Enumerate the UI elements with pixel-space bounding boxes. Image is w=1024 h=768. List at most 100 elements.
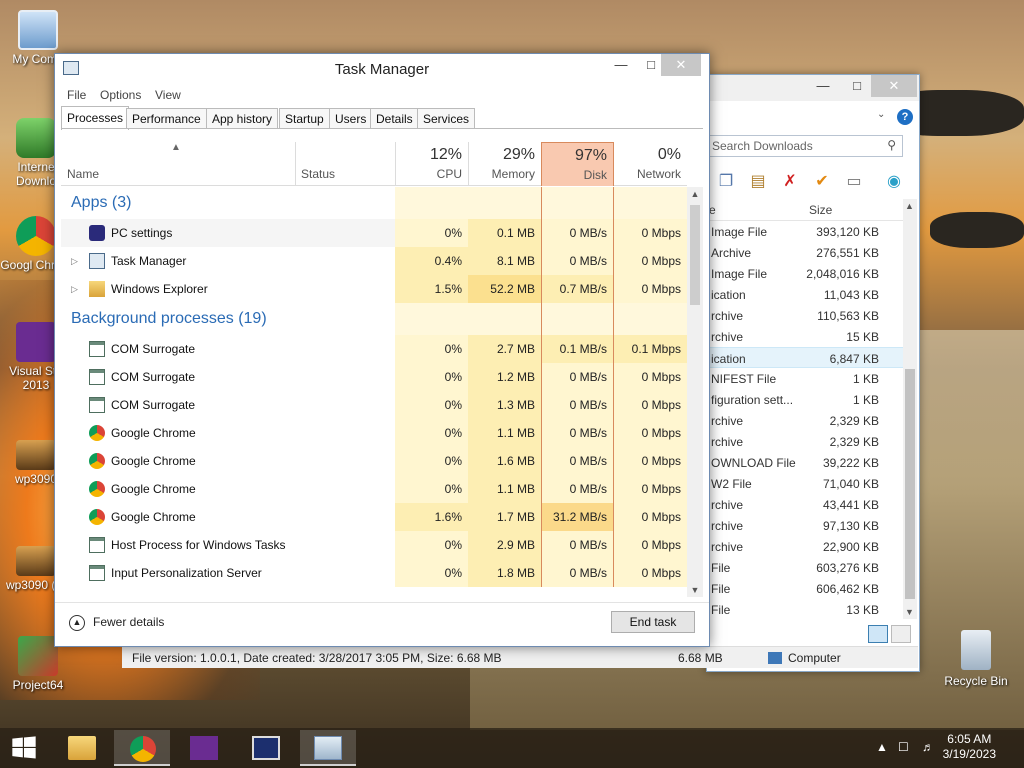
download-manager-icon <box>16 118 56 158</box>
tab-services[interactable]: Services <box>417 108 476 129</box>
column-memory[interactable]: 29% Memory <box>468 142 541 186</box>
file-row[interactable]: figuration sett... 1 KB <box>707 389 903 410</box>
menu-bar: File Options View <box>55 84 709 106</box>
scroll-up-arrow-icon[interactable]: ▲ <box>687 189 703 199</box>
taskbar-clock[interactable]: 6:05 AM 3/19/2023 <box>943 732 996 762</box>
column-disk[interactable]: 97% Disk <box>541 142 614 186</box>
file-row[interactable]: W2 File 71,040 KB <box>707 473 903 494</box>
file-row[interactable]: rchive 110,563 KB <box>707 305 903 326</box>
file-row[interactable]: File 603,276 KB <box>707 557 903 578</box>
fewer-details-button[interactable]: ▲ Fewer details <box>69 615 164 631</box>
taskbar-visual-studio[interactable] <box>176 730 232 766</box>
paste-icon[interactable]: ▤ <box>747 171 769 193</box>
network-icon[interactable]: ☐ <box>898 740 909 754</box>
column-network[interactable]: 0% Network <box>614 142 687 186</box>
group-cell-bg <box>541 187 614 219</box>
tab-processes[interactable]: Processes <box>61 106 130 130</box>
explorer-titlebar[interactable]: — □ ✕ <box>707 75 919 101</box>
process-list-scrollbar[interactable]: ▲ ▼ <box>687 187 703 597</box>
taskbar-task-manager[interactable] <box>300 730 356 766</box>
properties-icon[interactable]: ▭ <box>843 171 865 193</box>
file-row[interactable]: Archive 276,551 KB <box>707 242 903 263</box>
checkmark-icon[interactable]: ✔ <box>811 171 833 193</box>
globe-icon[interactable]: ◉ <box>883 171 905 193</box>
scroll-up-arrow-icon[interactable]: ▲ <box>905 201 914 211</box>
task-manager-titlebar[interactable]: Task Manager — □ ✕ <box>55 54 709 84</box>
taskbar-computer[interactable] <box>238 730 294 766</box>
tab-details[interactable]: Details <box>370 108 419 129</box>
large-icons-view-icon[interactable] <box>891 625 911 643</box>
scrollbar-thumb[interactable] <box>905 369 915 599</box>
scrollbar-thumb[interactable] <box>690 205 700 305</box>
details-view-icon[interactable] <box>867 625 888 643</box>
file-row[interactable]: rchive 2,329 KB <box>707 431 903 452</box>
status-file-info: File version: 1.0.0.1, Date created: 3/2… <box>132 651 502 665</box>
column-name[interactable]: Name <box>67 167 99 181</box>
file-row[interactable]: ication 6,847 KB <box>707 347 903 368</box>
file-row[interactable]: ication 11,043 KB <box>707 284 903 305</box>
process-row[interactable]: 0% 1.6 MB 0 MB/s 0 Mbps Google Chrome <box>61 447 687 475</box>
file-row[interactable]: rchive 22,900 KB <box>707 536 903 557</box>
scroll-down-arrow-icon[interactable]: ▼ <box>905 607 914 617</box>
file-row[interactable]: rchive 15 KB <box>707 326 903 347</box>
process-row[interactable]: 1.5% 52.2 MB 0.7 MB/s 0 Mbps ▷ Windows Explor… <box>61 275 687 303</box>
menu-options[interactable]: Options <box>100 88 141 102</box>
expand-arrow-icon[interactable]: ▷ <box>71 247 78 275</box>
explorer-file-list: Image File 393,120 KB Archive 276,551 KB Ima… <box>707 221 903 620</box>
file-row[interactable]: Image File 2,048,016 KB <box>707 263 903 284</box>
help-icon[interactable]: ? <box>897 109 913 125</box>
process-row[interactable]: 0% 1.3 MB 0 MB/s 0 Mbps COM Surrogate <box>61 391 687 419</box>
file-row[interactable]: rchive 2,329 KB <box>707 410 903 431</box>
task-manager-window: Task Manager — □ ✕ File Options View Pro… <box>54 53 710 647</box>
process-row[interactable]: 0% 2.7 MB 0.1 MB/s 0.1 Mbps COM Surrogate <box>61 335 687 363</box>
desktop-icon-recycle-bin[interactable]: Recycle Bin <box>940 630 1012 688</box>
process-row[interactable]: 0% 2.9 MB 0 MB/s 0 Mbps Host Process for Win… <box>61 531 687 559</box>
delete-icon[interactable]: ✗ <box>779 171 801 193</box>
taskbar-file-explorer[interactable] <box>54 730 110 766</box>
menu-file[interactable]: File <box>67 88 86 102</box>
process-row[interactable]: 0% 1.8 MB 0 MB/s 0 Mbps Input Personalizatio… <box>61 559 687 587</box>
taskbar-google-chrome[interactable] <box>114 730 170 766</box>
scroll-down-arrow-icon[interactable]: ▼ <box>687 585 703 595</box>
tab-users[interactable]: Users <box>329 108 373 129</box>
column-status[interactable]: Status <box>301 167 335 181</box>
close-button[interactable]: ✕ <box>871 75 917 97</box>
tab-app-history[interactable]: App history <box>206 108 279 129</box>
file-row[interactable]: rchive 97,130 KB <box>707 515 903 536</box>
process-row[interactable]: 0.4% 8.1 MB 0 MB/s 0 Mbps ▷ Task Manager <box>61 247 687 275</box>
process-row[interactable]: 0% 1.1 MB 0 MB/s 0 Mbps Google Chrome <box>61 475 687 503</box>
explorer-scrollbar[interactable]: ▲ ▼ <box>903 199 917 619</box>
process-row[interactable]: 1.6% 1.7 MB 31.2 MB/s 0 Mbps Google Chrome <box>61 503 687 531</box>
minimize-button[interactable]: — <box>605 54 637 76</box>
search-input[interactable]: Search Downloads ⚲ <box>707 135 903 157</box>
expand-arrow-icon[interactable]: ▷ <box>71 275 78 303</box>
tray-expand-icon[interactable]: ▲ <box>876 740 888 754</box>
column-cpu[interactable]: 12% CPU <box>395 142 468 186</box>
maximize-button[interactable]: □ <box>841 75 873 97</box>
folder-icon <box>89 281 105 297</box>
cell-cpu: 1.5% <box>395 275 468 303</box>
file-row[interactable]: File 606,462 KB <box>707 578 903 599</box>
volume-icon[interactable]: ♬ <box>922 740 934 754</box>
file-row[interactable]: Image File 393,120 KB <box>707 221 903 242</box>
process-row[interactable]: 0% 1.1 MB 0 MB/s 0 Mbps Google Chrome <box>61 419 687 447</box>
copy-icon[interactable]: ❐ <box>715 171 737 193</box>
cell-disk: 0 MB/s <box>541 419 614 447</box>
end-task-button[interactable]: End task <box>611 611 695 633</box>
file-row[interactable]: File 13 KB <box>707 599 903 620</box>
tab-startup[interactable]: Startup <box>279 108 330 129</box>
tab-performance[interactable]: Performance <box>126 108 207 129</box>
start-button[interactable] <box>0 730 50 766</box>
file-row[interactable]: OWNLOAD File 39,222 KB <box>707 452 903 473</box>
process-row[interactable]: 0% 0.1 MB 0 MB/s 0 Mbps PC settings <box>61 219 687 247</box>
file-row[interactable]: NIFEST File 1 KB <box>707 368 903 389</box>
menu-view[interactable]: View <box>155 88 181 102</box>
file-type: Image File <box>711 267 768 281</box>
chevron-down-icon[interactable]: ⌄ <box>877 109 885 120</box>
file-row[interactable]: rchive 43,441 KB <box>707 494 903 515</box>
column-size[interactable]: Size <box>809 203 832 217</box>
column-type[interactable]: e <box>709 203 716 217</box>
close-button[interactable]: ✕ <box>661 54 701 76</box>
minimize-button[interactable]: — <box>807 75 839 97</box>
process-row[interactable]: 0% 1.2 MB 0 MB/s 0 Mbps COM Surrogate <box>61 363 687 391</box>
